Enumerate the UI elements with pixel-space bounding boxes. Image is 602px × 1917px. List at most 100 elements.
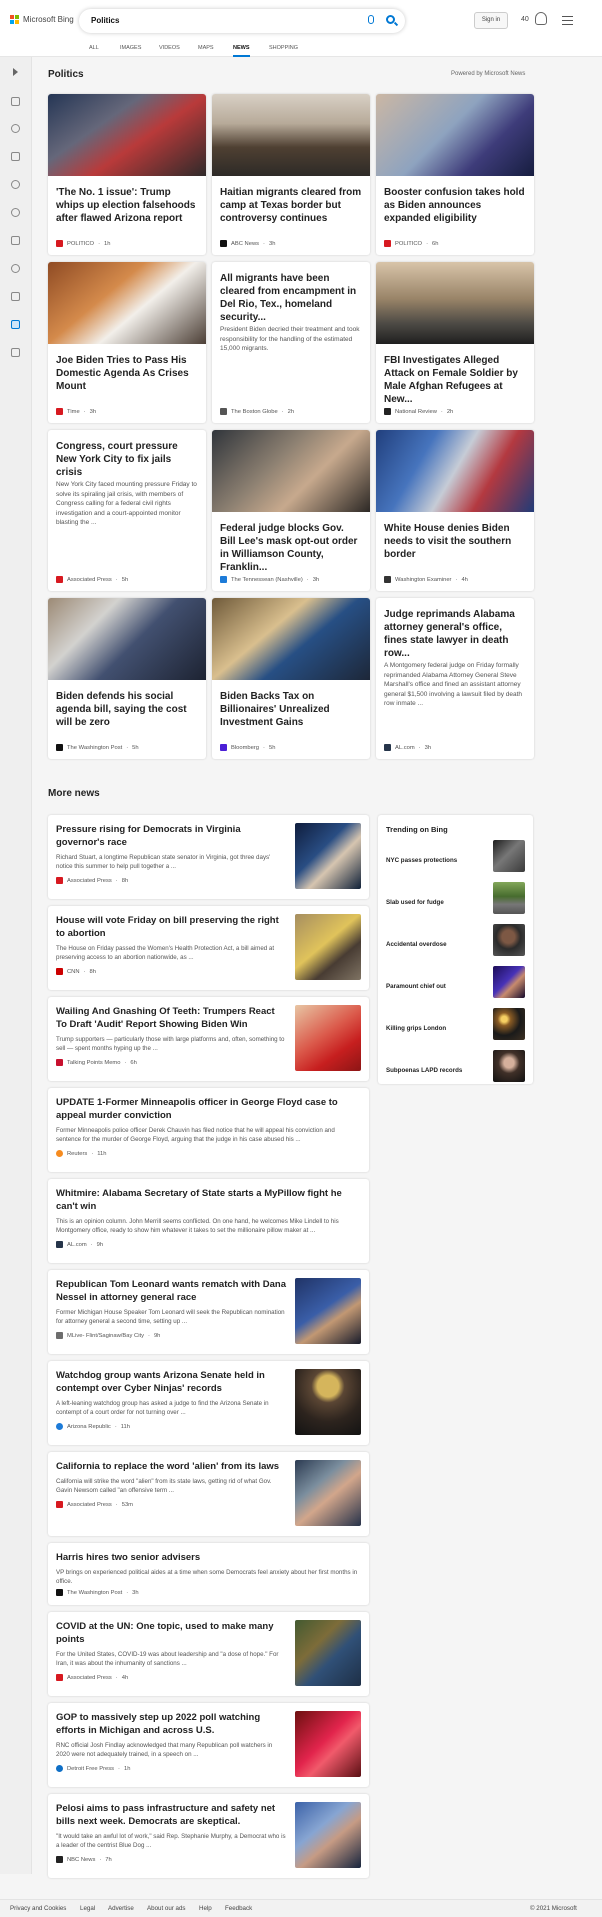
news-source[interactable]: ABC News · 3h bbox=[220, 240, 275, 247]
news-thumbnail[interactable] bbox=[295, 914, 361, 980]
tab-videos[interactable]: VIDEOS bbox=[159, 42, 180, 57]
news-source[interactable]: The Boston Globe · 2h bbox=[220, 408, 294, 415]
news-card-title[interactable]: Biden defends his social agenda bill, sa… bbox=[56, 690, 198, 729]
news-source[interactable]: Associated Press · 5h bbox=[56, 576, 128, 583]
news-source[interactable]: MLive- Flint/Saginaw/Bay City · 9h bbox=[56, 1332, 160, 1339]
news-source[interactable]: Time · 3h bbox=[56, 408, 96, 415]
globe-icon[interactable] bbox=[11, 208, 20, 217]
news-card-title[interactable]: All migrants have been cleared from enca… bbox=[220, 272, 362, 324]
location-icon[interactable] bbox=[11, 180, 20, 189]
list-item-title[interactable]: Watchdog group wants Arizona Senate held… bbox=[56, 1369, 286, 1395]
news-source[interactable]: Associated Press · 8h bbox=[56, 877, 128, 884]
news-source[interactable]: Arizona Republic · 11h bbox=[56, 1423, 130, 1430]
list-item[interactable]: California to replace the word 'alien' f… bbox=[48, 1452, 369, 1536]
entertainment-icon[interactable] bbox=[11, 292, 20, 301]
list-item-title[interactable]: Whitmire: Alabama Secretary of State sta… bbox=[56, 1187, 361, 1213]
list-item-title[interactable]: UPDATE 1-Former Minneapolis officer in G… bbox=[56, 1096, 361, 1122]
news-thumbnail[interactable] bbox=[295, 823, 361, 889]
news-image[interactable] bbox=[212, 598, 370, 680]
list-item[interactable]: Watchdog group wants Arizona Senate held… bbox=[48, 1361, 369, 1445]
flag-icon[interactable] bbox=[11, 152, 20, 161]
trending-thumbnail[interactable] bbox=[493, 924, 525, 956]
trending-item[interactable]: Paramount chief out bbox=[386, 983, 446, 990]
tab-maps[interactable]: MAPS bbox=[198, 42, 214, 57]
politics-icon[interactable] bbox=[11, 320, 20, 329]
news-card[interactable]: White House denies Biden needs to visit … bbox=[376, 430, 534, 591]
news-source[interactable]: Associated Press · 4h bbox=[56, 1674, 128, 1681]
list-item[interactable]: UPDATE 1-Former Minneapolis officer in G… bbox=[48, 1088, 369, 1172]
trending-thumbnail[interactable] bbox=[493, 840, 525, 872]
sign-in-button[interactable]: Sign in bbox=[474, 12, 508, 29]
footer-feedback-link[interactable]: Feedback bbox=[225, 1905, 252, 1912]
news-source[interactable]: Associated Press · 53m bbox=[56, 1501, 133, 1508]
list-item[interactable]: Whitmire: Alabama Secretary of State sta… bbox=[48, 1179, 369, 1263]
list-item-title[interactable]: Harris hires two senior advisers bbox=[56, 1551, 361, 1564]
list-item[interactable]: Republican Tom Leonard wants rematch wit… bbox=[48, 1270, 369, 1354]
list-item-title[interactable]: House will vote Friday on bill preservin… bbox=[56, 914, 286, 940]
news-card[interactable]: Congress, court pressure New York City t… bbox=[48, 430, 206, 591]
news-source[interactable]: Reuters · 11h bbox=[56, 1150, 107, 1157]
trending-item[interactable]: Subpoenas LAPD records bbox=[386, 1067, 462, 1074]
news-thumbnail[interactable] bbox=[295, 1711, 361, 1777]
news-card[interactable]: Haitian migrants cleared from camp at Te… bbox=[212, 94, 370, 255]
news-card[interactable]: 'The No. 1 issue': Trump whips up electi… bbox=[48, 94, 206, 255]
trending-item[interactable]: Accidental overdose bbox=[386, 941, 447, 948]
microphone-icon[interactable] bbox=[368, 15, 374, 24]
list-item-title[interactable]: California to replace the word 'alien' f… bbox=[56, 1460, 286, 1473]
list-item-title[interactable]: GOP to massively step up 2022 poll watch… bbox=[56, 1711, 286, 1737]
trending-thumbnail[interactable] bbox=[493, 1050, 525, 1082]
news-image[interactable] bbox=[48, 262, 206, 344]
news-card-title[interactable]: Booster confusion takes hold as Biden an… bbox=[384, 186, 526, 225]
news-thumbnail[interactable] bbox=[295, 1278, 361, 1344]
news-card-title[interactable]: Federal judge blocks Gov. Bill Lee's mas… bbox=[220, 522, 362, 574]
news-image[interactable] bbox=[212, 430, 370, 512]
news-thumbnail[interactable] bbox=[295, 1005, 361, 1071]
tab-all[interactable]: ALL bbox=[89, 42, 99, 57]
news-image[interactable] bbox=[48, 598, 206, 680]
tab-shopping[interactable]: SHOPPING bbox=[269, 42, 298, 57]
list-item-title[interactable]: Wailing And Gnashing Of Teeth: Trumpers … bbox=[56, 1005, 286, 1031]
search-query[interactable]: Politics bbox=[91, 16, 119, 25]
tab-images[interactable]: IMAGES bbox=[120, 42, 141, 57]
news-card-title[interactable]: 'The No. 1 issue': Trump whips up electi… bbox=[56, 186, 198, 225]
trending-item[interactable]: Slab used for fudge bbox=[386, 899, 444, 906]
news-source[interactable]: Bloomberg · 5h bbox=[220, 744, 275, 751]
footer-legal-link[interactable]: Legal bbox=[80, 1905, 95, 1912]
news-source[interactable]: The Washington Post · 3h bbox=[56, 1589, 139, 1596]
news-thumbnail[interactable] bbox=[295, 1460, 361, 1526]
microsoft-bing-logo[interactable]: Microsoft Bing bbox=[10, 15, 74, 24]
coronavirus-icon[interactable] bbox=[11, 124, 20, 133]
list-item[interactable]: Pressure rising for Democrats in Virgini… bbox=[48, 815, 369, 899]
news-card[interactable]: Federal judge blocks Gov. Bill Lee's mas… bbox=[212, 430, 370, 591]
news-source[interactable]: The Washington Post · 5h bbox=[56, 744, 139, 751]
news-source[interactable]: NBC News · 7h bbox=[56, 1856, 112, 1863]
list-item-title[interactable]: Republican Tom Leonard wants rematch wit… bbox=[56, 1278, 286, 1304]
list-item[interactable]: Wailing And Gnashing Of Teeth: Trumpers … bbox=[48, 997, 369, 1081]
news-card-title[interactable]: FBI Investigates Alleged Attack on Femal… bbox=[384, 354, 526, 406]
news-card-title[interactable]: Haitian migrants cleared from camp at Te… bbox=[220, 186, 362, 225]
news-source[interactable]: AL.com · 3h bbox=[384, 744, 431, 751]
footer-about-ads-link[interactable]: About our ads bbox=[147, 1905, 186, 1912]
hamburger-menu-icon[interactable] bbox=[562, 16, 573, 25]
news-card[interactable]: Joe Biden Tries to Pass His Domestic Age… bbox=[48, 262, 206, 423]
footer-help-link[interactable]: Help bbox=[199, 1905, 212, 1912]
news-card[interactable]: Biden defends his social agenda bill, sa… bbox=[48, 598, 206, 759]
list-item[interactable]: GOP to massively step up 2022 poll watch… bbox=[48, 1703, 369, 1787]
news-source[interactable]: Detroit Free Press · 1h bbox=[56, 1765, 130, 1772]
news-card[interactable]: FBI Investigates Alleged Attack on Femal… bbox=[376, 262, 534, 423]
news-thumbnail[interactable] bbox=[295, 1369, 361, 1435]
news-image[interactable] bbox=[376, 430, 534, 512]
list-item[interactable]: COVID at the UN: One topic, used to make… bbox=[48, 1612, 369, 1696]
trending-item[interactable]: Killing grips London bbox=[386, 1025, 446, 1032]
footer-privacy-link[interactable]: Privacy and Cookies bbox=[10, 1905, 66, 1912]
expand-sidebar-icon[interactable] bbox=[13, 68, 18, 76]
news-card-title[interactable]: White House denies Biden needs to visit … bbox=[384, 522, 526, 561]
news-source[interactable]: AL.com · 9h bbox=[56, 1241, 103, 1248]
footer-advertise-link[interactable]: Advertise bbox=[108, 1905, 134, 1912]
news-source[interactable]: Washington Examiner · 4h bbox=[384, 576, 468, 583]
trending-thumbnail[interactable] bbox=[493, 1008, 525, 1040]
trending-item[interactable]: NYC passes protections bbox=[386, 857, 457, 864]
news-source[interactable]: The Tennessean (Nashville) · 3h bbox=[220, 576, 319, 583]
news-thumbnail[interactable] bbox=[295, 1620, 361, 1686]
news-image[interactable] bbox=[212, 94, 370, 176]
